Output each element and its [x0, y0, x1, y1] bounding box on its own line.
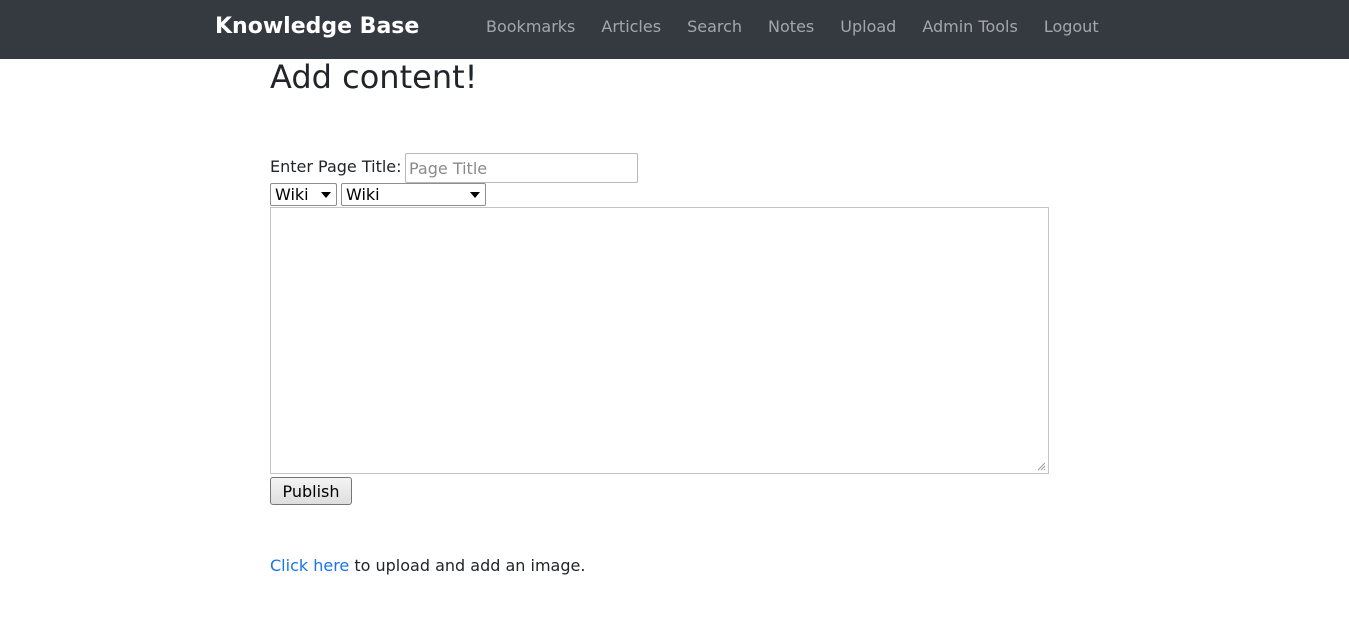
chevron-down-icon — [321, 192, 331, 198]
page-title-input[interactable] — [405, 153, 638, 183]
chevron-down-icon — [470, 192, 480, 198]
page-title-label: Enter Page Title: — [270, 157, 402, 176]
category-select[interactable]: Wiki — [270, 183, 337, 206]
nav-link-admin-tools[interactable]: Admin Tools — [922, 17, 1018, 36]
upload-image-link[interactable]: Click here — [270, 556, 349, 575]
nav-link-search[interactable]: Search — [687, 17, 742, 36]
upload-image-hint: Click here to upload and add an image. — [270, 556, 585, 575]
page-title: Add content! — [270, 58, 478, 96]
nav-links: Bookmarks Articles Search Notes Upload A… — [486, 17, 1099, 36]
publish-button[interactable]: Publish — [270, 477, 352, 505]
nav-link-notes[interactable]: Notes — [768, 17, 814, 36]
nav-link-upload[interactable]: Upload — [840, 17, 896, 36]
nav-link-bookmarks[interactable]: Bookmarks — [486, 17, 575, 36]
top-navbar: Knowledge Base Bookmarks Articles Search… — [0, 0, 1349, 59]
subcategory-select[interactable]: Wiki — [341, 183, 486, 206]
subcategory-select-value: Wiki — [346, 185, 380, 204]
brand-link[interactable]: Knowledge Base — [215, 14, 419, 39]
upload-hint-text: to upload and add an image. — [349, 556, 586, 575]
content-editor-textarea[interactable] — [270, 207, 1049, 474]
category-select-value: Wiki — [275, 185, 309, 204]
nav-link-logout[interactable]: Logout — [1044, 17, 1099, 36]
nav-link-articles[interactable]: Articles — [601, 17, 661, 36]
resize-grip-icon[interactable] — [1036, 461, 1046, 471]
